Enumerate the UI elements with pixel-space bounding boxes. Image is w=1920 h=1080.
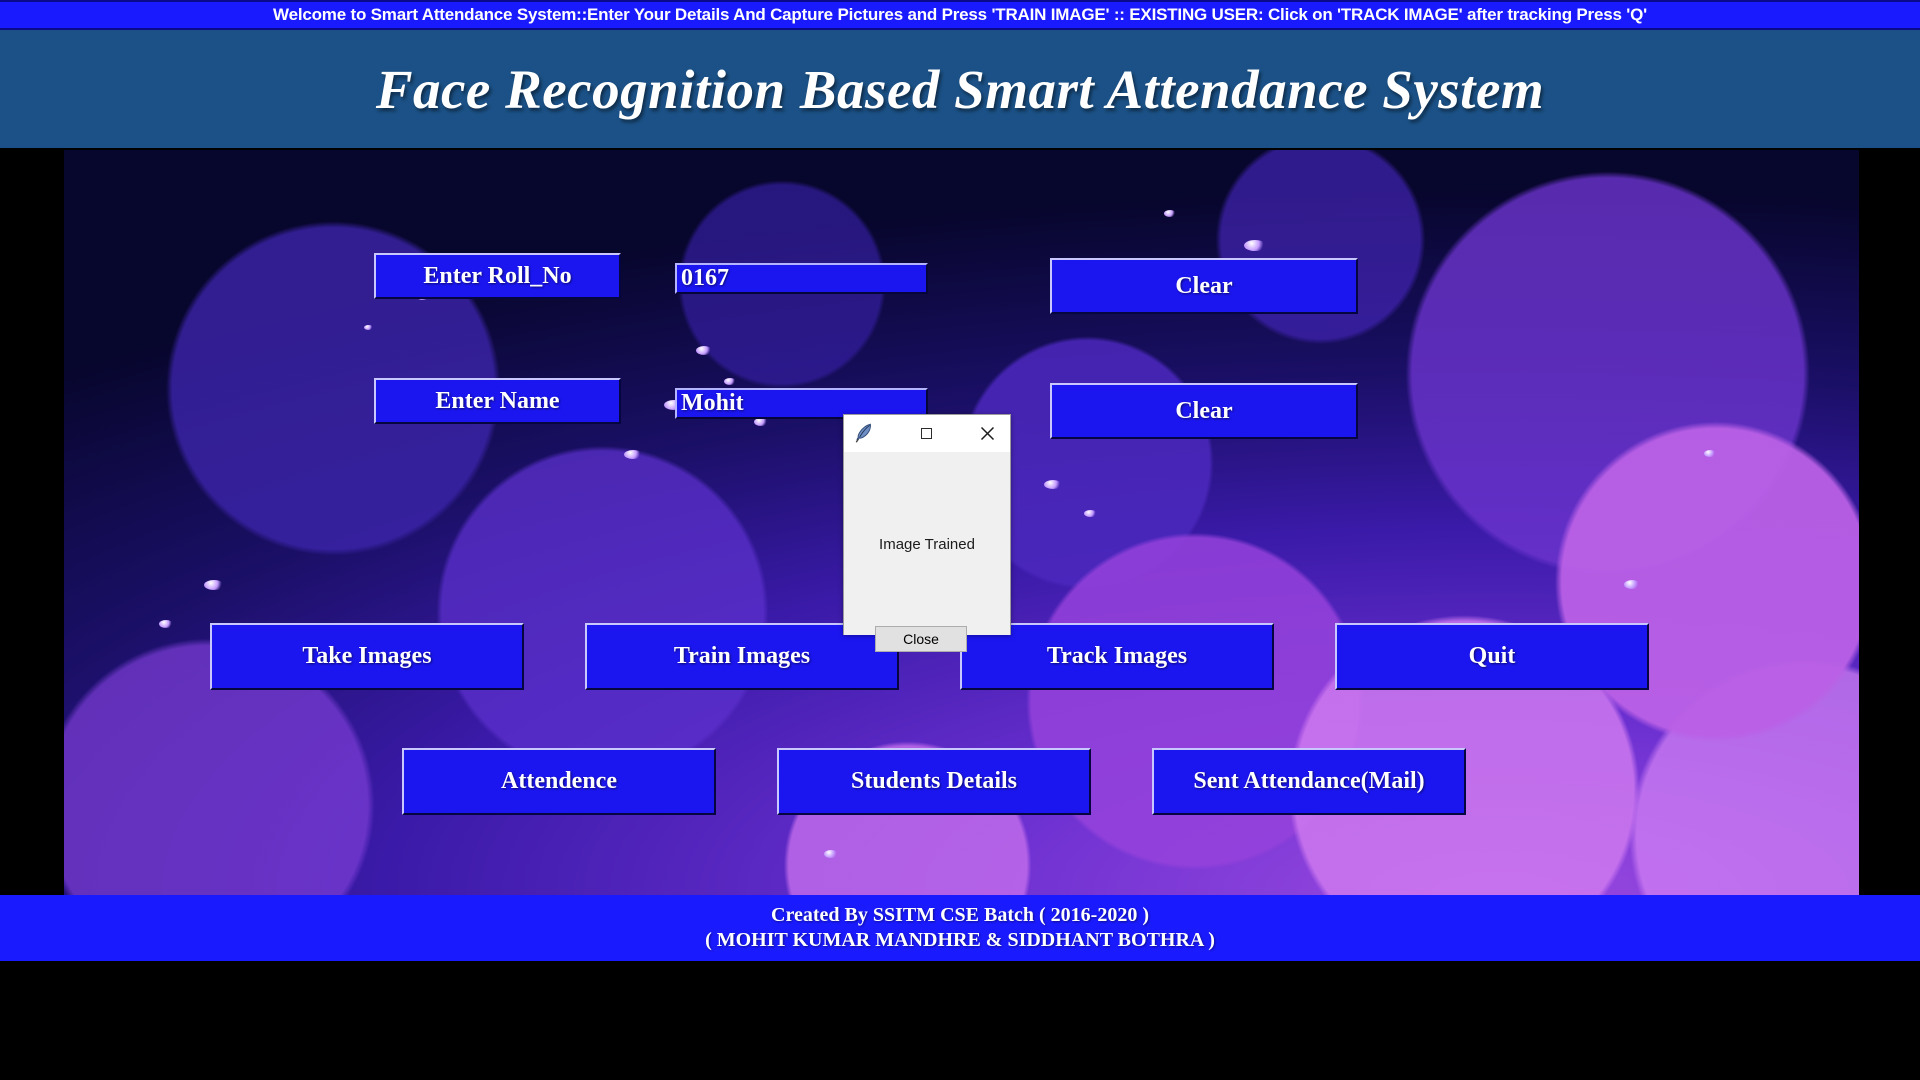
bubble-speck [1624, 580, 1640, 589]
bubble-speck [624, 450, 642, 459]
quit-button[interactable]: Quit [1335, 623, 1649, 690]
enter-roll-no-label-text: Enter Roll_No [423, 262, 572, 289]
bubble-speck [1084, 510, 1097, 517]
dialog-body: Image Trained Close [844, 452, 1010, 652]
bubble-speck [696, 346, 712, 355]
take-images-button-label: Take Images [302, 643, 432, 669]
attendence-button[interactable]: Attendence [402, 748, 716, 815]
bubble-speck [204, 580, 224, 590]
bubble-speck [1164, 210, 1176, 217]
dialog-close-button[interactable]: Close [875, 626, 967, 652]
sent-attendance-mail-button[interactable]: Sent Attendance(Mail) [1152, 748, 1466, 815]
take-images-button[interactable]: Take Images [210, 623, 524, 690]
train-images-button-label: Train Images [673, 643, 811, 669]
dialog-close-button-label: Close [903, 631, 939, 647]
bubble-speck [754, 418, 768, 426]
enter-roll-no-label: Enter Roll_No [374, 253, 621, 299]
students-details-button[interactable]: Students Details [777, 748, 1091, 815]
header-bar: Face Recognition Based Smart Attendance … [0, 30, 1920, 148]
maximize-icon[interactable] [912, 415, 940, 451]
roll-no-input[interactable] [681, 265, 922, 292]
dialog-message: Image Trained [879, 536, 975, 553]
clear-name-button-label: Clear [1175, 397, 1233, 424]
page-title: Face Recognition Based Smart Attendance … [375, 58, 1545, 120]
bubble-speck [1244, 240, 1266, 251]
bubble-speck [824, 850, 838, 858]
bubble-speck [159, 620, 173, 628]
quit-button-label: Quit [1468, 643, 1516, 669]
feather-icon [853, 421, 875, 443]
bubble-speck [1044, 480, 1062, 489]
name-input[interactable] [681, 390, 922, 417]
dialog-titlebar[interactable] [844, 415, 1010, 452]
image-trained-dialog: Image Trained Close [843, 414, 1011, 652]
clear-name-button[interactable]: Clear [1050, 383, 1358, 439]
application-window: Welcome to Smart Attendance System::Ente… [0, 0, 1920, 1080]
marquee-banner: Welcome to Smart Attendance System::Ente… [0, 0, 1920, 30]
marquee-text: Welcome to Smart Attendance System::Ente… [273, 5, 1647, 24]
enter-name-label-text: Enter Name [435, 387, 560, 414]
clear-roll-no-button[interactable]: Clear [1050, 258, 1358, 314]
enter-name-label: Enter Name [374, 378, 621, 424]
sent-attendance-mail-button-label: Sent Attendance(Mail) [1193, 768, 1425, 794]
bubble-speck [724, 378, 736, 385]
students-details-button-label: Students Details [850, 768, 1018, 794]
close-icon[interactable] [972, 415, 1002, 451]
footer-bar: Created By SSITM CSE Batch ( 2016-2020 )… [0, 895, 1920, 961]
track-images-button-label: Track Images [1046, 643, 1188, 669]
attendence-button-label: Attendence [501, 768, 617, 794]
footer-credit-line-1: Created By SSITM CSE Batch ( 2016-2020 ) [771, 904, 1149, 926]
bubble-speck [364, 325, 373, 330]
bubble-speck [1704, 450, 1716, 457]
footer-credit-line-2: ( MOHIT KUMAR MANDHRE & SIDDHANT BOTHRA … [705, 929, 1215, 951]
roll-no-input-wrapper[interactable] [675, 263, 928, 294]
clear-roll-no-button-label: Clear [1175, 272, 1233, 299]
